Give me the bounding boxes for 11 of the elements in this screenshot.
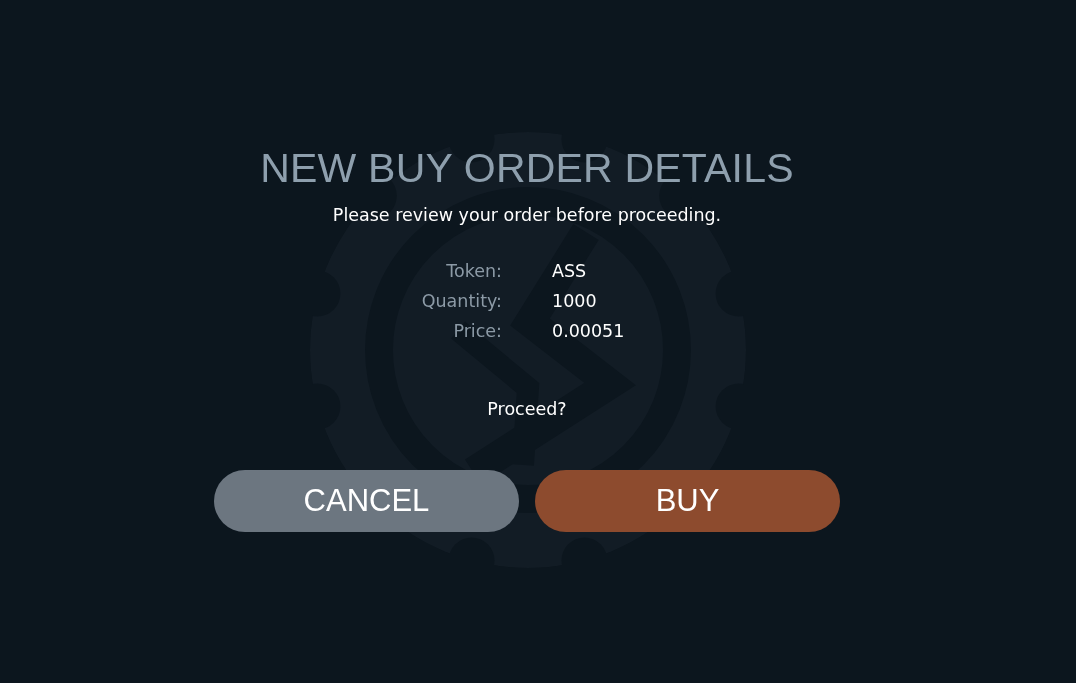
proceed-prompt: Proceed? [487,398,567,420]
detail-label: Price: [452,320,502,342]
detail-value: ASS [552,260,588,282]
buy-button[interactable]: BUY [535,470,840,532]
detail-value: 1000 [552,290,598,312]
detail-label: Quantity: [420,290,502,312]
dialog-subtitle: Please review your order before proceeding. [332,204,722,226]
cancel-button[interactable]: CANCEL [214,470,519,532]
dialog-title: NEW BUY ORDER DETAILS [260,144,794,193]
detail-label: Token: [445,260,502,282]
detail-value: 0.00051 [552,320,626,342]
